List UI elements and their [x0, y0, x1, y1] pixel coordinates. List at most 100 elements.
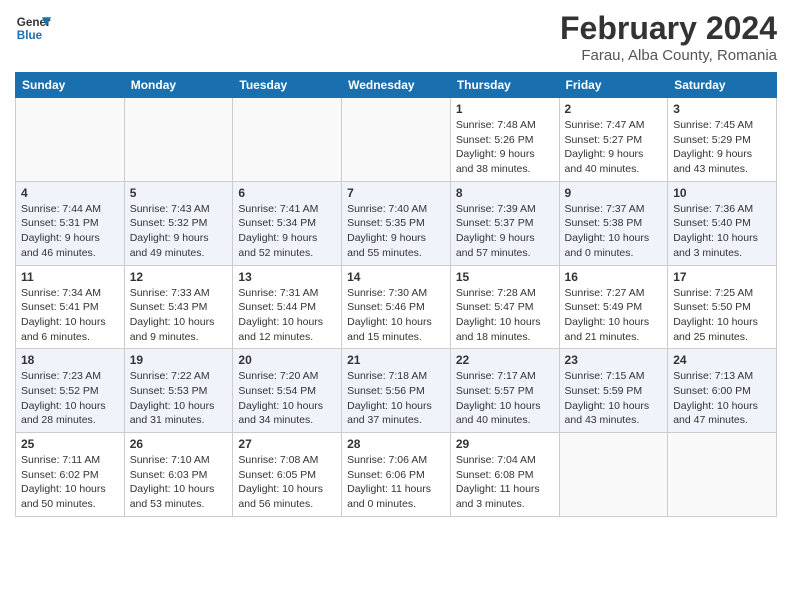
day-info: Sunrise: 7:30 AM Sunset: 5:46 PM Dayligh… — [347, 286, 445, 345]
calendar-cell: 27 Sunrise: 7:08 AM Sunset: 6:05 PM Dayli… — [233, 433, 342, 517]
day-info: Sunrise: 7:31 AM Sunset: 5:44 PM Dayligh… — [238, 286, 336, 345]
calendar-cell: 23 Sunrise: 7:15 AM Sunset: 5:59 PM Dayli… — [559, 349, 668, 433]
weekday-header-sunday: Sunday — [16, 73, 125, 98]
day-number: 10 — [673, 186, 771, 200]
calendar-cell — [342, 98, 451, 182]
calendar-cell: 8 Sunrise: 7:39 AM Sunset: 5:37 PM Daylig… — [450, 181, 559, 265]
day-number: 18 — [21, 353, 119, 367]
day-info: Sunrise: 7:20 AM Sunset: 5:54 PM Dayligh… — [238, 369, 336, 428]
calendar-cell: 17Sunrise: 7:25 AM Sunset: 5:50 PM Dayli… — [668, 265, 777, 349]
day-number: 29 — [456, 437, 554, 451]
calendar-cell — [559, 433, 668, 517]
day-info: Sunrise: 7:06 AM Sunset: 6:06 PM Dayligh… — [347, 453, 445, 512]
calendar-cell: 5 Sunrise: 7:43 AM Sunset: 5:32 PM Daylig… — [124, 181, 233, 265]
svg-text:Blue: Blue — [17, 29, 43, 42]
calendar-cell — [668, 433, 777, 517]
day-info: Sunrise: 7:23 AM Sunset: 5:52 PM Dayligh… — [21, 369, 119, 428]
day-number: 23 — [565, 353, 663, 367]
day-number: 1 — [456, 102, 554, 116]
calendar-cell: 20 Sunrise: 7:20 AM Sunset: 5:54 PM Dayli… — [233, 349, 342, 433]
day-number: 25 — [21, 437, 119, 451]
calendar-table: SundayMondayTuesdayWednesdayThursdayFrid… — [15, 72, 777, 517]
day-info: Sunrise: 7:44 AM Sunset: 5:31 PM Dayligh… — [21, 202, 119, 261]
weekday-header-row: SundayMondayTuesdayWednesdayThursdayFrid… — [16, 73, 777, 98]
day-info: Sunrise: 7:13 AM Sunset: 6:00 PM Dayligh… — [673, 369, 771, 428]
day-info: Sunrise: 7:48 AM Sunset: 5:26 PM Dayligh… — [456, 118, 554, 177]
day-number: 16 — [565, 270, 663, 284]
day-info: Sunrise: 7:28 AM Sunset: 5:47 PM Dayligh… — [456, 286, 554, 345]
calendar-cell: 14 Sunrise: 7:30 AM Sunset: 5:46 PM Dayli… — [342, 265, 451, 349]
calendar-cell: 3 Sunrise: 7:45 AM Sunset: 5:29 PM Daylig… — [668, 98, 777, 182]
day-info: Sunrise: 7:04 AM Sunset: 6:08 PM Dayligh… — [456, 453, 554, 512]
weekday-header-monday: Monday — [124, 73, 233, 98]
day-info: Sunrise: 7:22 AM Sunset: 5:53 PM Dayligh… — [130, 369, 228, 428]
calendar-cell: 2 Sunrise: 7:47 AM Sunset: 5:27 PM Daylig… — [559, 98, 668, 182]
day-info: Sunrise: 7:36 AM Sunset: 5:40 PM Dayligh… — [673, 202, 771, 261]
day-info: Sunrise: 7:41 AM Sunset: 5:34 PM Dayligh… — [238, 202, 336, 261]
calendar-cell: 15 Sunrise: 7:28 AM Sunset: 5:47 PM Dayli… — [450, 265, 559, 349]
day-number: 7 — [347, 186, 445, 200]
day-info: Sunrise: 7:27 AM Sunset: 5:49 PM Dayligh… — [565, 286, 663, 345]
day-number: 11 — [21, 270, 119, 284]
calendar-cell: 21Sunrise: 7:18 AM Sunset: 5:56 PM Dayli… — [342, 349, 451, 433]
calendar-cell: 19 Sunrise: 7:22 AM Sunset: 5:53 PM Dayli… — [124, 349, 233, 433]
day-number: 15 — [456, 270, 554, 284]
logo-icon: General Blue — [15, 10, 51, 46]
day-number: 28 — [347, 437, 445, 451]
day-number: 14 — [347, 270, 445, 284]
calendar-week-5: 25Sunrise: 7:11 AM Sunset: 6:02 PM Dayli… — [16, 433, 777, 517]
day-number: 2 — [565, 102, 663, 116]
weekday-header-tuesday: Tuesday — [233, 73, 342, 98]
weekday-header-friday: Friday — [559, 73, 668, 98]
day-info: Sunrise: 7:45 AM Sunset: 5:29 PM Dayligh… — [673, 118, 771, 177]
calendar-cell: 7 Sunrise: 7:40 AM Sunset: 5:35 PM Daylig… — [342, 181, 451, 265]
calendar-cell: 22Sunrise: 7:17 AM Sunset: 5:57 PM Dayli… — [450, 349, 559, 433]
day-info: Sunrise: 7:39 AM Sunset: 5:37 PM Dayligh… — [456, 202, 554, 261]
day-info: Sunrise: 7:33 AM Sunset: 5:43 PM Dayligh… — [130, 286, 228, 345]
weekday-header-saturday: Saturday — [668, 73, 777, 98]
calendar-cell: 13 Sunrise: 7:31 AM Sunset: 5:44 PM Dayli… — [233, 265, 342, 349]
calendar-cell: 25Sunrise: 7:11 AM Sunset: 6:02 PM Dayli… — [16, 433, 125, 517]
day-number: 21 — [347, 353, 445, 367]
day-number: 5 — [130, 186, 228, 200]
day-number: 12 — [130, 270, 228, 284]
day-info: Sunrise: 7:08 AM Sunset: 6:05 PM Dayligh… — [238, 453, 336, 512]
title-area: February 2024 Farau, Alba County, Romani… — [560, 10, 777, 64]
calendar-week-4: 18 Sunrise: 7:23 AM Sunset: 5:52 PM Dayli… — [16, 349, 777, 433]
day-info: Sunrise: 7:37 AM Sunset: 5:38 PM Dayligh… — [565, 202, 663, 261]
day-number: 17 — [673, 270, 771, 284]
day-number: 13 — [238, 270, 336, 284]
day-number: 3 — [673, 102, 771, 116]
day-info: Sunrise: 7:40 AM Sunset: 5:35 PM Dayligh… — [347, 202, 445, 261]
calendar-cell: 26 Sunrise: 7:10 AM Sunset: 6:03 PM Dayli… — [124, 433, 233, 517]
calendar-week-1: 1 Sunrise: 7:48 AM Sunset: 5:26 PM Daylig… — [16, 98, 777, 182]
weekday-header-wednesday: Wednesday — [342, 73, 451, 98]
calendar-cell: 1 Sunrise: 7:48 AM Sunset: 5:26 PM Daylig… — [450, 98, 559, 182]
day-info: Sunrise: 7:43 AM Sunset: 5:32 PM Dayligh… — [130, 202, 228, 261]
calendar-cell — [233, 98, 342, 182]
calendar-cell — [124, 98, 233, 182]
calendar-subtitle: Farau, Alba County, Romania — [560, 47, 777, 64]
day-number: 19 — [130, 353, 228, 367]
day-number: 27 — [238, 437, 336, 451]
calendar-cell: 6 Sunrise: 7:41 AM Sunset: 5:34 PM Daylig… — [233, 181, 342, 265]
header: General Blue February 2024 Farau, Alba C… — [15, 10, 777, 64]
calendar-cell: 24Sunrise: 7:13 AM Sunset: 6:00 PM Dayli… — [668, 349, 777, 433]
day-info: Sunrise: 7:10 AM Sunset: 6:03 PM Dayligh… — [130, 453, 228, 512]
day-info: Sunrise: 7:47 AM Sunset: 5:27 PM Dayligh… — [565, 118, 663, 177]
day-info: Sunrise: 7:17 AM Sunset: 5:57 PM Dayligh… — [456, 369, 554, 428]
day-number: 26 — [130, 437, 228, 451]
day-number: 6 — [238, 186, 336, 200]
calendar-cell: 4Sunrise: 7:44 AM Sunset: 5:31 PM Daylig… — [16, 181, 125, 265]
calendar-cell: 12 Sunrise: 7:33 AM Sunset: 5:43 PM Dayli… — [124, 265, 233, 349]
calendar-cell: 10 Sunrise: 7:36 AM Sunset: 5:40 PM Dayli… — [668, 181, 777, 265]
day-number: 8 — [456, 186, 554, 200]
calendar-cell: 28 Sunrise: 7:06 AM Sunset: 6:06 PM Dayli… — [342, 433, 451, 517]
calendar-cell — [16, 98, 125, 182]
day-number: 20 — [238, 353, 336, 367]
calendar-cell: 9Sunrise: 7:37 AM Sunset: 5:38 PM Daylig… — [559, 181, 668, 265]
day-info: Sunrise: 7:34 AM Sunset: 5:41 PM Dayligh… — [21, 286, 119, 345]
day-info: Sunrise: 7:15 AM Sunset: 5:59 PM Dayligh… — [565, 369, 663, 428]
calendar-title: February 2024 — [560, 10, 777, 47]
calendar-cell: 29 Sunrise: 7:04 AM Sunset: 6:08 PM Dayli… — [450, 433, 559, 517]
